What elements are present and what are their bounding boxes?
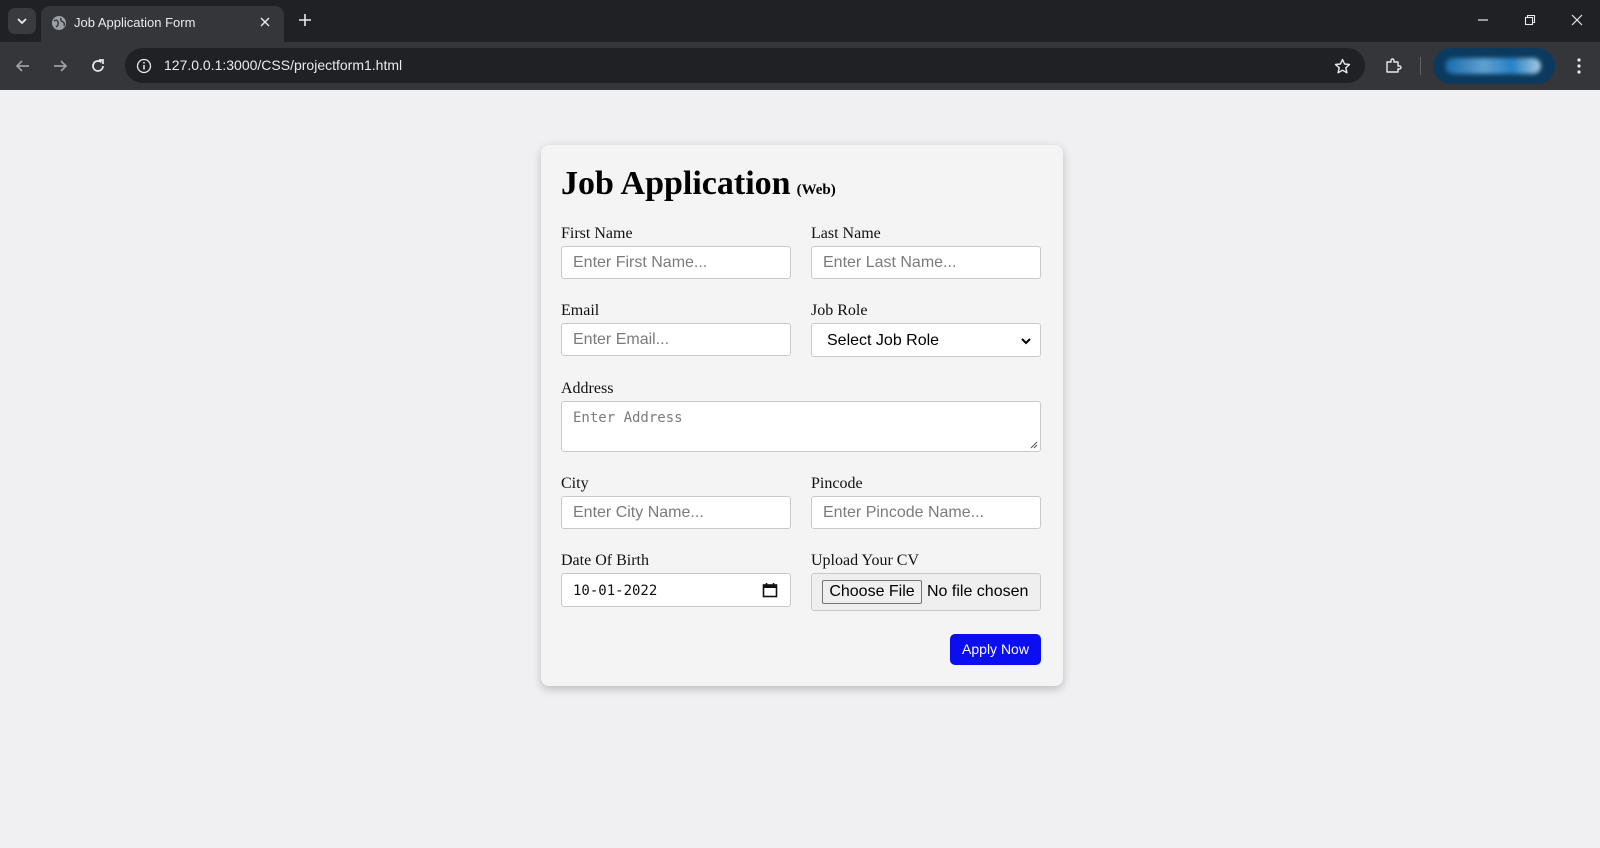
reload-button[interactable] bbox=[86, 54, 110, 78]
puzzle-icon bbox=[1386, 58, 1402, 73]
pincode-box bbox=[811, 496, 1041, 529]
form-subtitle: (Web) bbox=[796, 182, 836, 198]
dob-value: 10-01-2022 bbox=[573, 583, 658, 599]
email-field: Email bbox=[561, 301, 791, 356]
active-tab[interactable]: Job Application Form bbox=[41, 6, 284, 42]
city-label: City bbox=[561, 475, 589, 492]
city-field: City bbox=[561, 474, 791, 529]
resize-grip-icon[interactable] bbox=[1030, 441, 1038, 449]
pincode-input[interactable] bbox=[812, 497, 1040, 528]
url-text: 127.0.0.1:3000/CSS/projectform1.html bbox=[164, 57, 403, 73]
email-input[interactable] bbox=[562, 324, 790, 355]
form-heading: Job Application (Web) bbox=[561, 165, 836, 203]
job-role-label: Job Role bbox=[811, 302, 868, 319]
form-title: Job Application bbox=[561, 165, 791, 202]
calendar-icon[interactable] bbox=[762, 582, 778, 598]
address-bar[interactable]: 127.0.0.1:3000/CSS/projectform1.html bbox=[125, 48, 1365, 83]
tab-strip: Job Application Form bbox=[0, 0, 1600, 42]
tab-close-button[interactable] bbox=[257, 14, 273, 30]
arrow-left-icon bbox=[15, 60, 29, 72]
choose-file-button[interactable]: Choose File bbox=[822, 580, 922, 604]
address-box bbox=[561, 401, 1041, 452]
plus-icon bbox=[299, 14, 311, 26]
city-box bbox=[561, 496, 791, 529]
address-textarea[interactable] bbox=[562, 402, 1040, 451]
last-name-label: Last Name bbox=[811, 225, 881, 242]
first-name-label: First Name bbox=[561, 225, 633, 242]
profile-name-blurred bbox=[1445, 58, 1541, 74]
globe-icon bbox=[52, 16, 66, 30]
cv-upload-field: Upload Your CV Choose File No file chose… bbox=[811, 551, 1041, 611]
address-label: Address bbox=[561, 380, 614, 397]
site-info-button[interactable] bbox=[134, 56, 154, 76]
email-box bbox=[561, 323, 791, 356]
chevron-down-icon bbox=[1019, 334, 1033, 348]
restore-icon bbox=[1524, 14, 1536, 26]
first-name-box bbox=[561, 246, 791, 279]
close-window-button[interactable] bbox=[1564, 8, 1590, 32]
dob-label: Date Of Birth bbox=[561, 552, 649, 569]
last-name-box bbox=[811, 246, 1041, 279]
job-application-card: Job Application (Web) First Name Last Nam… bbox=[541, 145, 1063, 686]
cv-label: Upload Your CV bbox=[811, 552, 920, 569]
file-status-text: No file chosen bbox=[927, 583, 1029, 600]
reload-icon bbox=[92, 59, 104, 72]
job-role-selected-value: Select Job Role bbox=[827, 332, 940, 349]
extensions-button[interactable] bbox=[1381, 54, 1405, 78]
browser-menu-button[interactable] bbox=[1567, 54, 1591, 78]
restore-button[interactable] bbox=[1517, 8, 1543, 32]
close-icon bbox=[1571, 14, 1583, 26]
last-name-input[interactable] bbox=[812, 247, 1040, 278]
apply-now-button[interactable]: Apply Now bbox=[950, 634, 1041, 665]
email-label: Email bbox=[561, 302, 600, 319]
profile-button[interactable] bbox=[1433, 48, 1555, 84]
pincode-field: Pincode bbox=[811, 474, 1041, 529]
dob-field: Date Of Birth 10-01-2022 bbox=[561, 551, 791, 607]
pincode-label: Pincode bbox=[811, 475, 863, 492]
arrow-right-icon bbox=[54, 60, 68, 72]
first-name-input[interactable] bbox=[562, 247, 790, 278]
star-icon bbox=[1334, 58, 1350, 73]
info-icon bbox=[136, 58, 152, 74]
cv-file-input: Choose File No file chosen bbox=[811, 573, 1041, 611]
browser-toolbar: 127.0.0.1:3000/CSS/projectform1.html bbox=[0, 42, 1600, 90]
back-button[interactable] bbox=[11, 54, 35, 78]
job-role-field: Job Role Select Job Role bbox=[811, 301, 1041, 357]
minimize-button[interactable] bbox=[1470, 8, 1496, 32]
job-role-select[interactable]: Select Job Role bbox=[811, 323, 1041, 357]
tab-search-button[interactable] bbox=[8, 8, 36, 34]
minimize-icon bbox=[1478, 19, 1488, 21]
address-field: Address bbox=[561, 379, 1041, 452]
city-input[interactable] bbox=[562, 497, 790, 528]
last-name-field: Last Name bbox=[811, 224, 1041, 279]
toolbar-divider bbox=[1420, 57, 1421, 75]
close-icon bbox=[260, 17, 270, 27]
first-name-field: First Name bbox=[561, 224, 791, 279]
kebab-menu-icon bbox=[1577, 58, 1581, 74]
bookmark-button[interactable] bbox=[1331, 55, 1353, 77]
chevron-down-icon bbox=[17, 18, 27, 25]
dob-input[interactable]: 10-01-2022 bbox=[561, 573, 791, 607]
new-tab-button[interactable] bbox=[296, 11, 314, 29]
tab-title: Job Application Form bbox=[74, 15, 196, 30]
forward-button[interactable] bbox=[48, 54, 72, 78]
